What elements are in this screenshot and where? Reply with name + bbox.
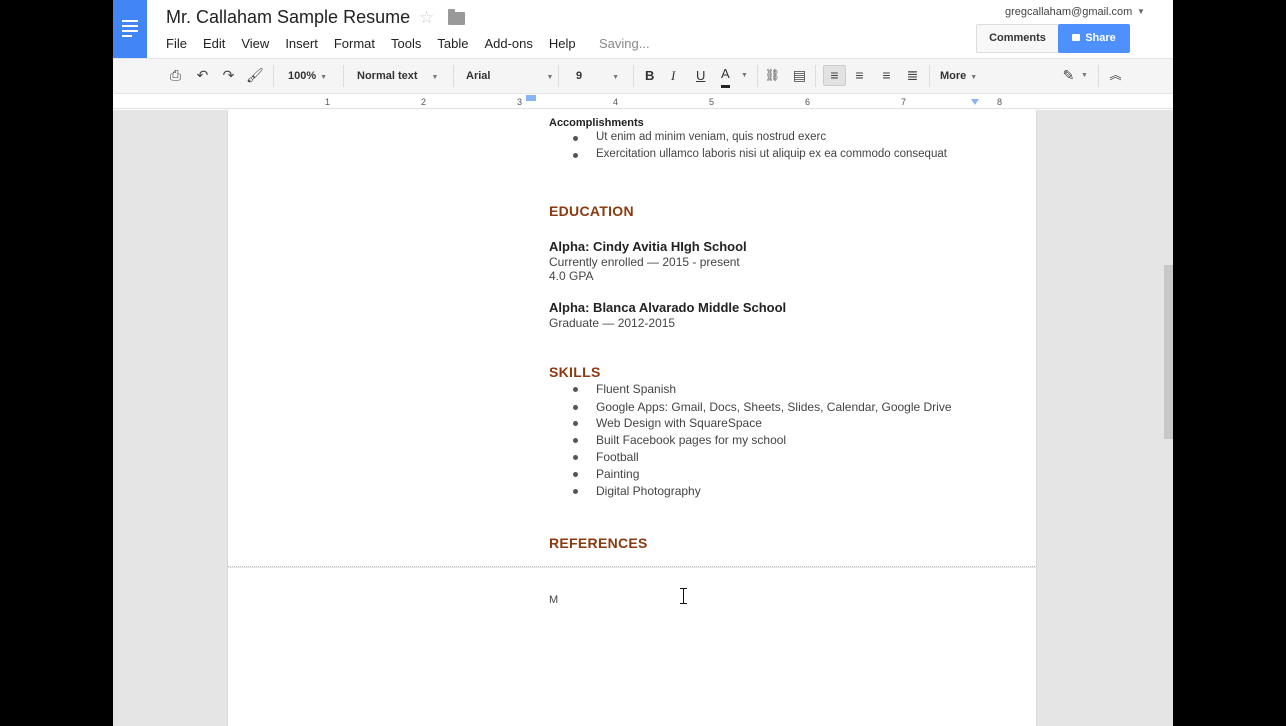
justify-icon[interactable]: ≣ — [904, 67, 921, 84]
list-item: Fluent Spanish — [596, 382, 677, 396]
ruler-number: 4 — [613, 97, 619, 107]
lock-icon — [1072, 34, 1081, 41]
ruler-number: 7 — [901, 97, 907, 107]
vertical-scrollbar[interactable] — [1164, 265, 1173, 439]
star-icon[interactable]: ☆ — [419, 8, 434, 28]
list-item: Exercitation ullamco laboris nisi ut ali… — [596, 148, 947, 160]
skills-heading: SKILLS — [549, 364, 601, 380]
menu-insert[interactable]: Insert — [285, 36, 318, 51]
list-item: Digital Photography — [596, 484, 701, 498]
document-title[interactable]: Mr. Callaham Sample Resume — [166, 7, 410, 28]
accomplishments-heading: Accomplishments — [549, 117, 644, 129]
menu-view[interactable]: View — [241, 36, 269, 51]
ruler-number: 2 — [421, 97, 427, 107]
school-detail: Graduate — 2012-2015 — [549, 316, 676, 330]
account-email[interactable]: gregcallaham@gmail.com — [1005, 6, 1132, 18]
list-item: Built Facebook pages for my school — [596, 433, 787, 447]
text-cursor-icon — [680, 588, 688, 604]
document-page[interactable] — [227, 568, 1037, 726]
menu-file[interactable]: File — [166, 36, 187, 51]
school-gpa: 4.0 GPA — [549, 269, 594, 283]
align-right-icon[interactable]: ≡ — [878, 67, 895, 84]
account-caret-icon[interactable]: ▼ — [1137, 7, 1145, 16]
ruler-number: 5 — [709, 97, 715, 107]
list-item: Google Apps: Gmail, Docs, Sheets, Slides… — [596, 400, 952, 414]
folder-icon[interactable] — [448, 9, 465, 25]
share-label: Share — [1085, 32, 1116, 44]
pencil-icon[interactable]: ✎ — [1060, 67, 1077, 84]
font-size-select[interactable]: 9 ▼ — [576, 59, 619, 93]
list-item: Football — [596, 450, 639, 464]
docs-window: Mr. Callaham Sample Resume ☆ File Edit V… — [113, 0, 1173, 726]
collapse-icon[interactable]: ︽ — [1107, 67, 1124, 84]
align-center-icon[interactable]: ≡ — [851, 67, 868, 84]
page2-text: M — [549, 594, 559, 606]
share-button[interactable]: Share — [1058, 24, 1130, 53]
font-select[interactable]: Arial ▼ — [466, 59, 553, 93]
menu-help[interactable]: Help — [549, 36, 576, 51]
text-color-caret-icon[interactable]: ▼ — [741, 59, 748, 93]
education-heading: EDUCATION — [549, 203, 634, 219]
align-left-icon[interactable]: ≡ — [823, 65, 846, 86]
list-item: Painting — [596, 467, 640, 481]
style-select[interactable]: Normal text ▼ — [357, 59, 438, 93]
bold-button[interactable]: B — [645, 59, 654, 93]
school-name: Alpha: Cindy Avitia HIgh School — [549, 239, 747, 254]
link-icon[interactable]: ⛓ — [764, 67, 781, 84]
docs-logo-icon[interactable] — [113, 0, 147, 58]
saving-status: Saving... — [599, 36, 650, 51]
ruler[interactable]: 1 2 3 4 5 6 7 8 — [113, 94, 1173, 109]
ruler-number: 8 — [997, 97, 1003, 107]
italic-button[interactable]: I — [671, 59, 675, 93]
paint-format-icon[interactable]: 🖌 — [246, 67, 264, 84]
ruler-number: 1 — [325, 97, 331, 107]
list-item: Ut enim ad minim veniam, quis nostrud ex… — [596, 131, 827, 143]
editing-mode-caret-icon[interactable]: ▼ — [1081, 59, 1088, 93]
ruler-number: 6 — [805, 97, 811, 107]
underline-button[interactable]: U — [696, 59, 705, 93]
redo-icon[interactable]: ↷ — [220, 67, 237, 84]
comment-icon[interactable]: ▤ — [791, 67, 808, 84]
school-detail: Currently enrolled — 2015 - present — [549, 255, 740, 269]
menu-tools[interactable]: Tools — [391, 36, 421, 51]
menu-format[interactable]: Format — [334, 36, 375, 51]
document-page[interactable] — [227, 110, 1037, 567]
menu-addons[interactable]: Add-ons — [484, 36, 532, 51]
ruler-number: 3 — [517, 97, 523, 107]
references-heading: REFERENCES — [549, 535, 648, 551]
menu-bar: File Edit View Insert Format Tools Table… — [166, 36, 592, 51]
right-indent-marker[interactable] — [971, 99, 979, 105]
comments-button[interactable]: Comments — [976, 24, 1059, 53]
undo-icon[interactable]: ↶ — [194, 67, 211, 84]
left-indent-marker[interactable] — [526, 95, 536, 101]
menu-edit[interactable]: Edit — [203, 36, 225, 51]
toolbar: ⎙ ↶ ↷ 🖌 100% ▼ Normal text ▼ Arial ▼ 9 ▼ B I… — [113, 58, 1173, 94]
school-name: Alpha: Blanca Alvarado Middle School — [549, 300, 787, 315]
menu-table[interactable]: Table — [437, 36, 468, 51]
list-item: Web Design with SquareSpace — [596, 416, 762, 430]
text-color-button[interactable]: A — [721, 59, 730, 88]
print-icon[interactable]: ⎙ — [167, 67, 184, 84]
zoom-select[interactable]: 100% ▼ — [288, 59, 327, 93]
more-button[interactable]: More ▼ — [940, 59, 977, 93]
